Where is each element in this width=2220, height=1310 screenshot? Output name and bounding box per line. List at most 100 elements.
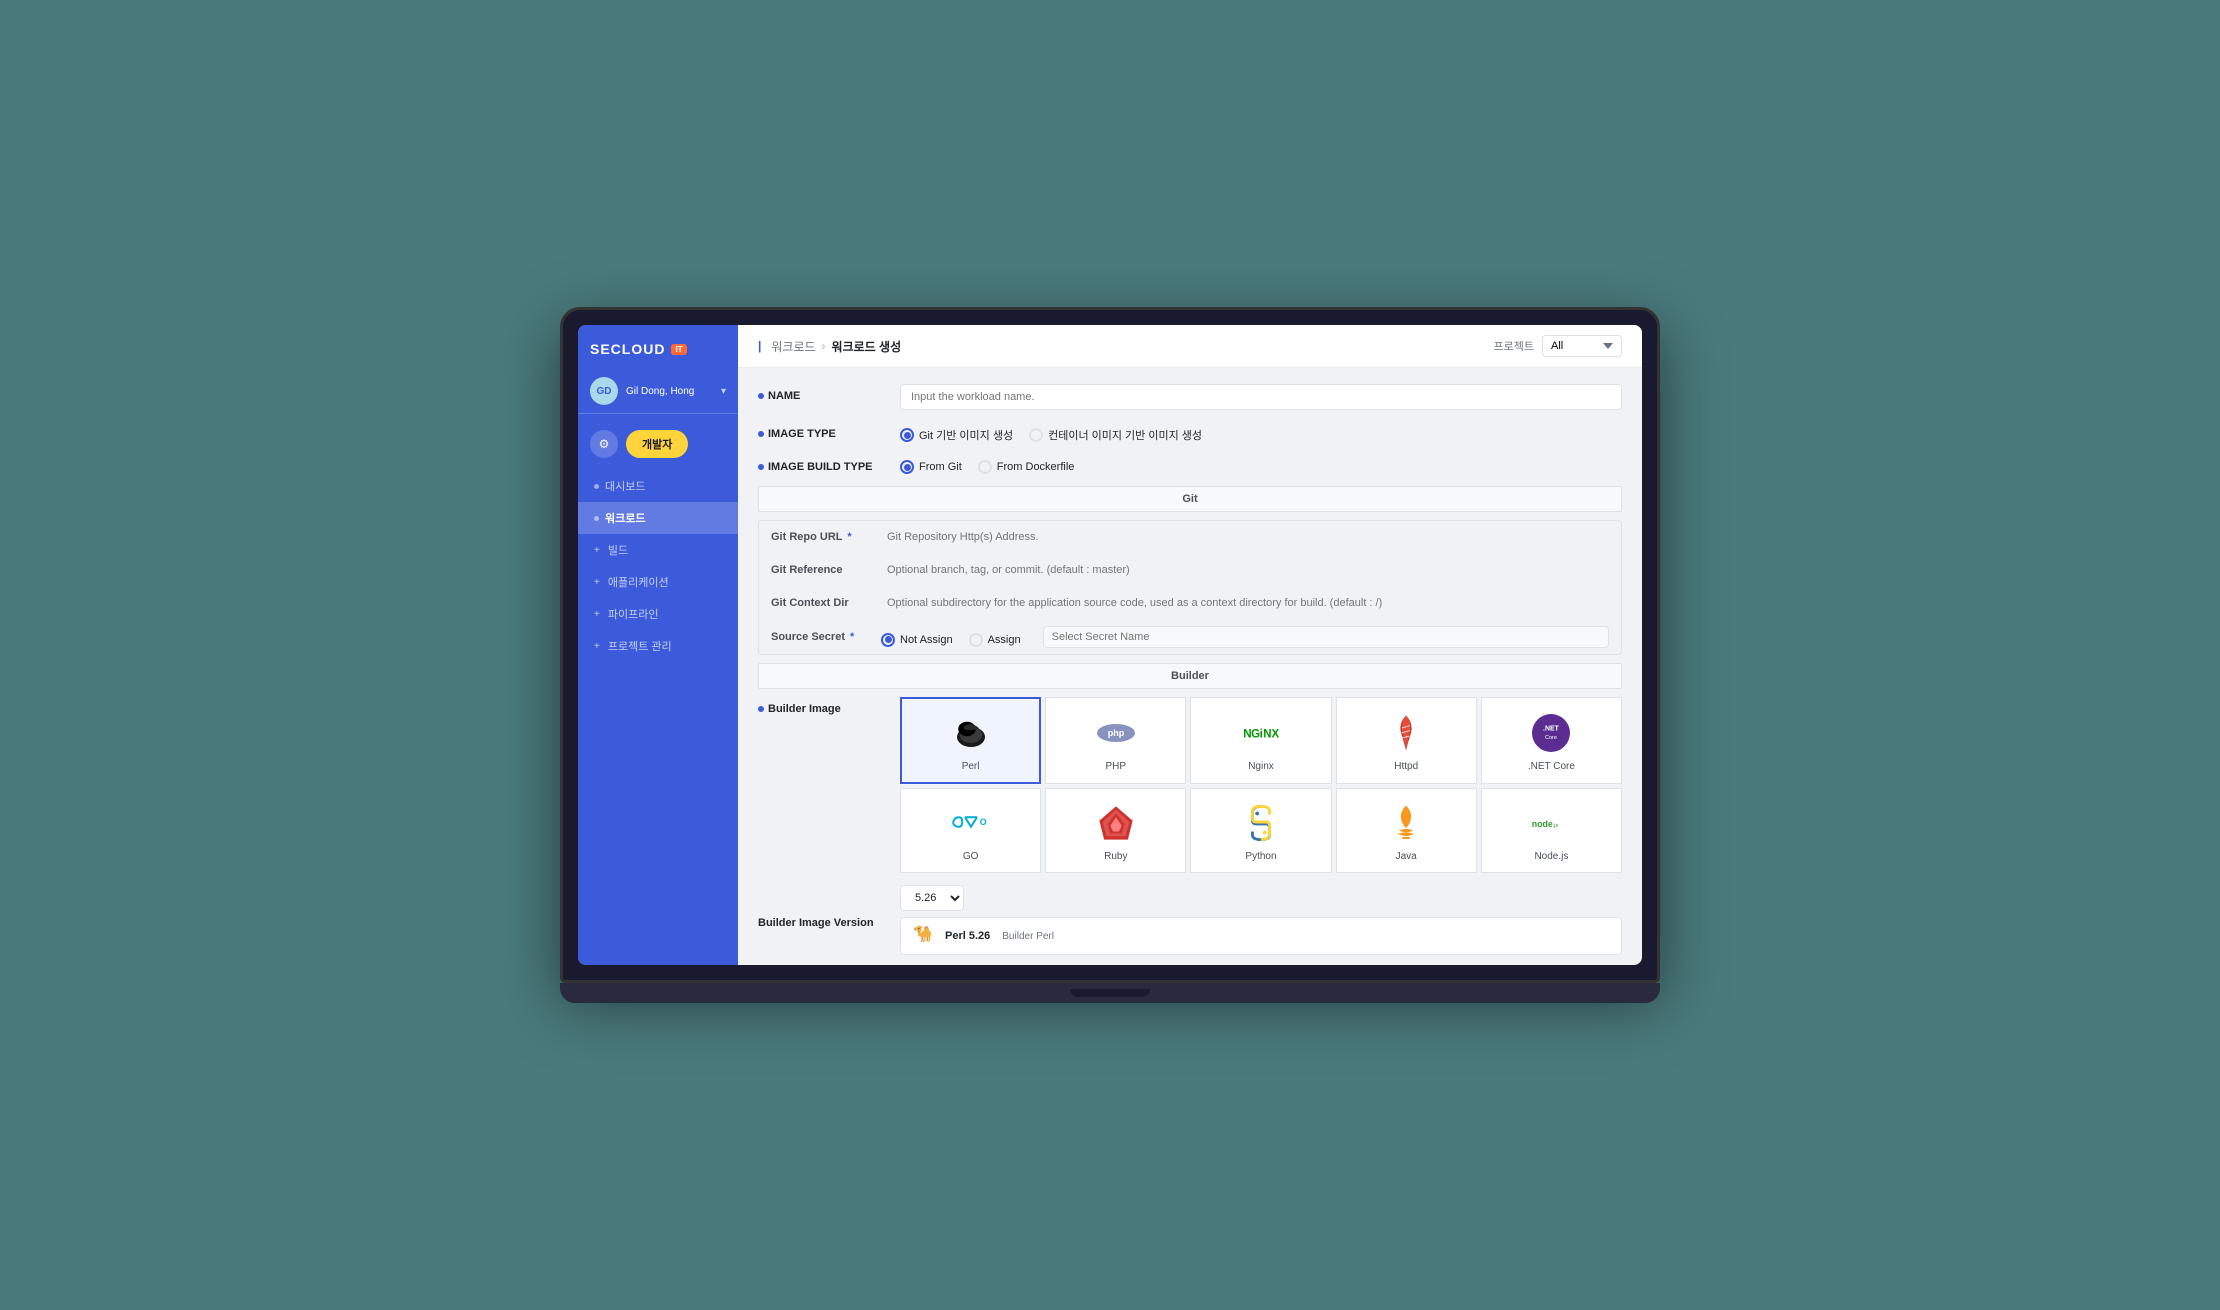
builder-version-label: Builder Image Version: [758, 911, 888, 929]
builder-card-label: Python: [1245, 851, 1276, 862]
java-icon: [1386, 803, 1426, 843]
image-type-radio-group: Git 기반 이미지 생성 컨테이너 이미지 기반 이미지 생성: [900, 422, 1202, 443]
version-select[interactable]: 5.26: [900, 885, 964, 911]
user-section[interactable]: GD Gil Dong, Hong ▾: [578, 369, 738, 414]
builder-card-python[interactable]: Python: [1190, 788, 1331, 873]
project-label: 프로젝트: [1494, 338, 1534, 354]
dotnet-icon: .NET Core: [1531, 713, 1571, 753]
builder-version-row: Builder Image Version 5.26 🐪 Perl 5.26 B…: [758, 885, 1622, 955]
sidebar-item-build[interactable]: + 빌드: [578, 534, 738, 566]
image-type-label: IMAGE TYPE: [758, 422, 888, 440]
chevron-down-icon: ▾: [721, 386, 726, 397]
plus-icon: +: [594, 545, 600, 556]
image-build-type-radio-group: From Git From Dockerfile: [900, 455, 1074, 474]
source-secret-label: Source Secret *: [771, 631, 871, 643]
svg-text:NX: NX: [1263, 729, 1279, 741]
breadcrumb-separator-icon: ›: [822, 339, 826, 353]
builder-card-label: PHP: [1106, 761, 1127, 772]
radio-not-assign[interactable]: Not Assign: [881, 633, 953, 647]
secret-name-input[interactable]: [1043, 626, 1609, 648]
sidebar-item-workload[interactable]: 워크로드: [578, 502, 738, 534]
svg-text:NGi: NGi: [1243, 729, 1262, 741]
sidebar-item-pipeline[interactable]: + 파이프라인: [578, 598, 738, 630]
builder-card-java[interactable]: Java: [1336, 788, 1477, 873]
name-row: NAME: [758, 384, 1622, 410]
radio-from-dockerfile[interactable]: From Dockerfile: [978, 460, 1075, 474]
gear-button[interactable]: ⚙: [590, 430, 618, 458]
builder-card-label: Java: [1396, 851, 1417, 862]
logo-text: SECLOUD: [590, 341, 665, 357]
radio-circle-icon: [1029, 428, 1043, 442]
name-input[interactable]: [900, 384, 1622, 410]
sidebar-item-application[interactable]: + 애플리케이션: [578, 566, 738, 598]
perl-small-icon: 🐪: [913, 924, 937, 948]
version-info: 🐪 Perl 5.26 Builder Perl: [900, 917, 1622, 955]
go-icon: O: [951, 803, 991, 843]
required-dot-icon: [758, 464, 764, 470]
svg-text:.js: .js: [1553, 823, 1559, 829]
git-repo-label: Git Repo URL *: [771, 531, 871, 543]
builder-cards-container: Perl php: [900, 697, 1622, 873]
sidebar-item-label: 애플리케이션: [608, 574, 669, 590]
svg-text:php: php: [1108, 728, 1125, 738]
git-reference-label: Git Reference: [771, 564, 871, 576]
builder-card-ruby[interactable]: Ruby: [1045, 788, 1186, 873]
builder-card-nginx[interactable]: NGi NX Nginx: [1190, 697, 1331, 784]
builder-section-header: Builder: [758, 663, 1622, 689]
required-dot-icon: [758, 706, 764, 712]
radio-circle-icon: [978, 460, 992, 474]
git-repo-input[interactable]: [881, 527, 1609, 547]
avatar: GD: [590, 377, 618, 405]
builder-card-label: .NET Core: [1528, 761, 1575, 772]
git-context-row: Git Context Dir: [759, 587, 1621, 620]
radio-container-based[interactable]: 컨테이너 이미지 기반 이미지 생성: [1029, 427, 1202, 443]
version-select-area: 5.26 🐪 Perl 5.26 Builder Perl: [900, 885, 1622, 955]
builder-card-label: Httpd: [1394, 761, 1418, 772]
nav-dot-icon: [594, 516, 599, 521]
git-reference-row: Git Reference: [759, 554, 1621, 587]
image-build-type-row: IMAGE BUILD TYPE From Git From Dockerfil…: [758, 455, 1622, 474]
php-icon: php: [1096, 713, 1136, 753]
radio-git-based[interactable]: Git 기반 이미지 생성: [900, 427, 1013, 443]
project-select-area: 프로젝트 All: [1494, 335, 1622, 357]
builder-card-php[interactable]: php PHP: [1045, 697, 1186, 784]
breadcrumb-bar-icon: |: [758, 339, 761, 353]
dev-button[interactable]: 개발자: [626, 430, 688, 458]
source-secret-radio-group: Not Assign Assign: [881, 628, 1021, 647]
required-dot-icon: [758, 431, 764, 437]
sidebar-item-dashboard[interactable]: 대시보드: [578, 470, 738, 502]
laptop-notch: [1070, 989, 1150, 997]
builder-card-label: Ruby: [1104, 851, 1127, 862]
breadcrumb-parent: 워크로드: [771, 338, 815, 355]
radio-circle-icon: [881, 633, 895, 647]
builder-card-nodejs[interactable]: node .js Node.js: [1481, 788, 1622, 873]
sidebar-item-label: 파이프라인: [608, 606, 659, 622]
dev-section: ⚙ 개발자: [578, 422, 738, 466]
image-build-type-label: IMAGE BUILD TYPE: [758, 455, 888, 473]
builder-card-perl[interactable]: Perl: [900, 697, 1041, 784]
builder-card-label: Perl: [962, 761, 980, 772]
nodejs-icon: node .js: [1531, 803, 1571, 843]
git-repo-row: Git Repo URL *: [759, 521, 1621, 554]
builder-card-go[interactable]: O GO: [900, 788, 1041, 873]
plus-icon: +: [594, 609, 600, 620]
builder-card-dotnet[interactable]: .NET Core .NET Core: [1481, 697, 1622, 784]
git-context-input[interactable]: [881, 593, 1609, 613]
sidebar: SECLOUD IT GD Gil Dong, Hong ▾ ⚙ 개발자 대시보…: [578, 325, 738, 965]
name-label: NAME: [758, 384, 888, 402]
radio-assign[interactable]: Assign: [969, 633, 1021, 647]
radio-from-git[interactable]: From Git: [900, 460, 962, 474]
ruby-icon: [1096, 803, 1136, 843]
version-info-name: Perl 5.26: [945, 930, 990, 942]
sidebar-item-project-mgmt[interactable]: + 프로젝트 관리: [578, 630, 738, 662]
builder-card-httpd[interactable]: Httpd: [1336, 697, 1477, 784]
svg-text:O: O: [979, 817, 986, 827]
builder-image-row: Builder Image: [758, 697, 1622, 873]
nginx-icon: NGi NX: [1241, 713, 1281, 753]
project-select[interactable]: All: [1542, 335, 1622, 357]
image-type-row: IMAGE TYPE Git 기반 이미지 생성 컨테이너 이미지 기반 이미지…: [758, 422, 1622, 443]
required-dot-icon: [758, 393, 764, 399]
git-reference-input[interactable]: [881, 560, 1609, 580]
sidebar-item-label: 워크로드: [605, 510, 645, 526]
svg-text:Core: Core: [1545, 735, 1557, 741]
